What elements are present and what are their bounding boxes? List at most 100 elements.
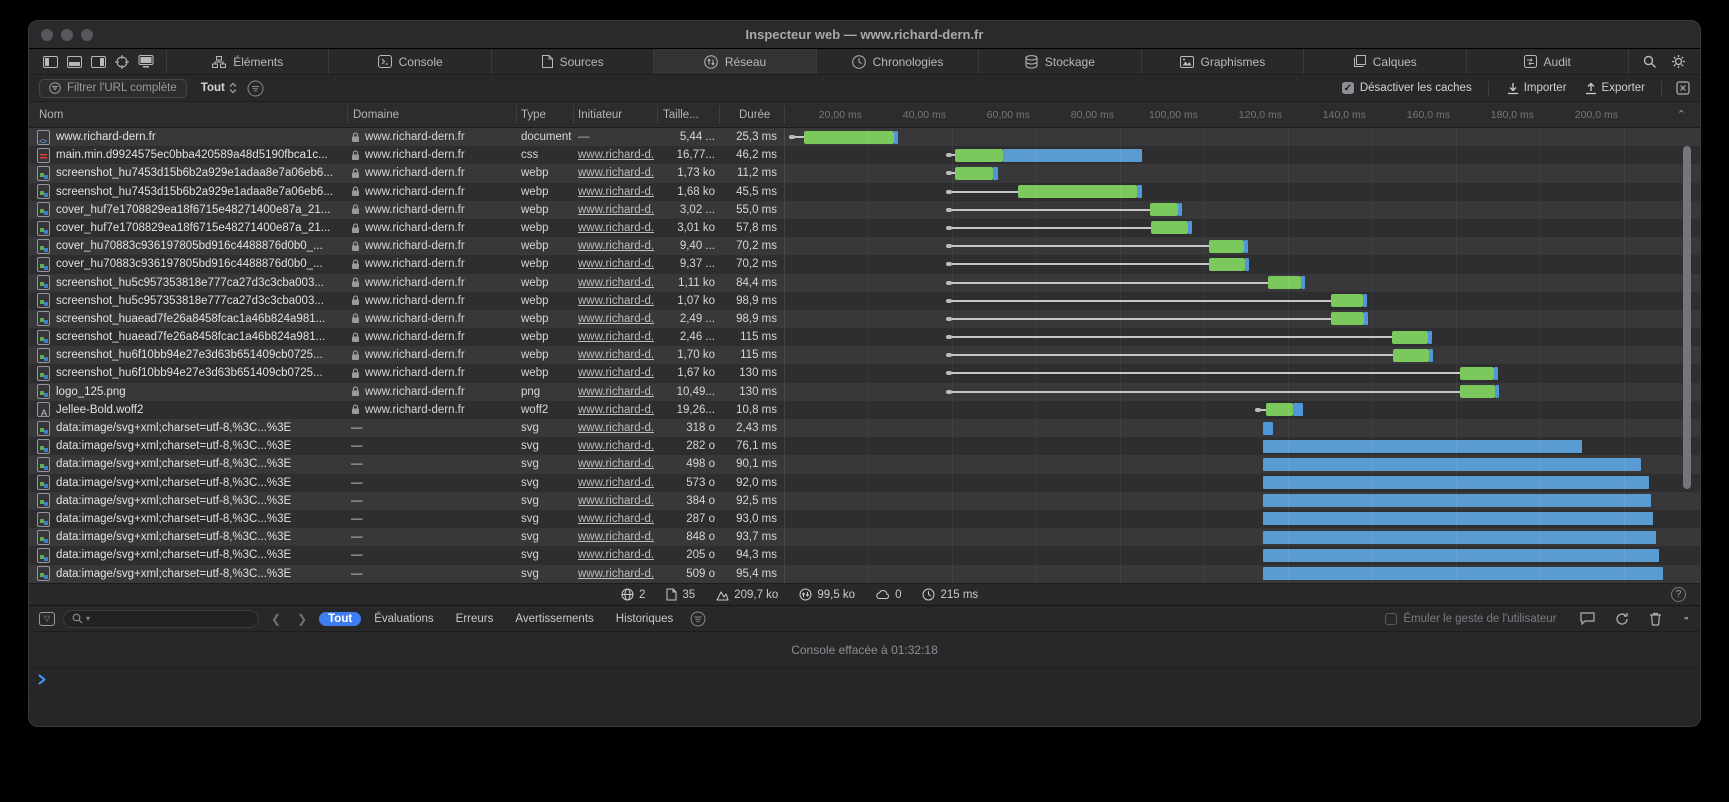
table-row[interactable]: screenshot_hu7453d15b6b2a929e1adaa8e7a06… <box>29 164 1700 182</box>
collapse-console-chevrons-icon[interactable]: ⌄⌃ <box>1682 614 1690 624</box>
tab-console[interactable]: Console <box>328 49 490 74</box>
timeline-tick-label: 60,00 ms <box>946 102 1030 128</box>
table-row[interactable]: screenshot_hu5c957353818e777ca27d3c3cba0… <box>29 292 1700 310</box>
table-row[interactable]: cover_hu70883c936197805bd916c4488876d0b0… <box>29 255 1700 273</box>
tab-stockage[interactable]: Stockage <box>978 49 1140 74</box>
request-type-cell: svg <box>521 419 575 437</box>
waterfall-green-segment <box>1266 403 1293 416</box>
table-row[interactable]: screenshot_huaead7fe26a8458fcac1a46b824a… <box>29 310 1700 328</box>
settings-gear-icon[interactable] <box>1671 54 1686 69</box>
tab-calques[interactable]: Calques <box>1303 49 1465 74</box>
timeline-gridline <box>1288 128 1289 583</box>
request-domain-cell: — <box>351 474 511 492</box>
console-input-area[interactable] <box>29 692 1700 727</box>
table-row[interactable]: logo_125.pngwww.richard-dern.frpngwww.ri… <box>29 383 1700 401</box>
dock-left-icon[interactable] <box>43 56 58 68</box>
tab-chronologies[interactable]: Chronologies <box>816 49 978 74</box>
request-name-cell: cover_hu70883c936197805bd916c4488876d0b0… <box>37 255 347 273</box>
table-row[interactable]: data:image/svg+xml;charset=utf-8,%3C...%… <box>29 546 1700 564</box>
column-header-size[interactable]: Taille... <box>663 102 699 128</box>
search-icon[interactable] <box>1643 55 1657 69</box>
request-duration-cell: 70,2 ms <box>695 237 777 255</box>
table-row[interactable]: <>www.richard-dern.frwww.richard-dern.fr… <box>29 128 1700 146</box>
url-filter-input[interactable]: Filtrer l'URL complète <box>39 79 187 98</box>
timeline-tick-label: 100,00 ms <box>1114 102 1198 128</box>
console-sidebar-toggle-icon[interactable]: ▽ <box>39 612 55 626</box>
request-domain-cell: www.richard-dern.fr <box>351 274 511 292</box>
resource-scope-select[interactable]: Tout <box>201 82 237 94</box>
column-header-type[interactable]: Type <box>521 102 546 128</box>
console-scope-avertissements[interactable]: Avertissements <box>506 612 602 626</box>
column-header-duration[interactable]: Durée <box>739 102 770 128</box>
table-row[interactable]: screenshot_hu6f10bb94e27e3d63b651409cb07… <box>29 346 1700 364</box>
request-type-cell: png <box>521 383 575 401</box>
dock-right-icon[interactable] <box>91 56 106 68</box>
request-name-cell: screenshot_hu6f10bb94e27e3d63b651409cb07… <box>37 346 347 364</box>
next-result-chevron-icon[interactable]: ❯ <box>293 612 311 626</box>
table-row[interactable]: data:image/svg+xml;charset=utf-8,%3C...%… <box>29 419 1700 437</box>
console-messages-icon[interactable] <box>1580 612 1595 625</box>
request-duration-cell: 90,1 ms <box>695 455 777 473</box>
table-row[interactable]: data:image/svg+xml;charset=utf-8,%3C...%… <box>29 437 1700 455</box>
export-button[interactable]: Exporter <box>1585 82 1645 95</box>
table-row[interactable]: main.min.d9924575ec0bba420589a48d5190fbc… <box>29 146 1700 164</box>
vertical-scrollbar[interactable] <box>1683 146 1691 489</box>
table-row[interactable]: cover_huf7e1708829ea18f6715e48271400e87a… <box>29 201 1700 219</box>
console-scope-historiques[interactable]: Historiques <box>607 612 683 626</box>
table-row[interactable]: AJellee-Bold.woff2www.richard-dern.frwof… <box>29 401 1700 419</box>
disable-caches-checkbox[interactable]: ✓ Désactiver les caches <box>1342 82 1472 94</box>
table-row[interactable]: cover_hu70883c936197805bd916c4488876d0b0… <box>29 237 1700 255</box>
domains-globe-icon <box>621 588 634 601</box>
filter-options-icon[interactable] <box>247 80 264 97</box>
console-scope-tout[interactable]: Tout <box>319 612 361 626</box>
search-options-chevron-icon: ▾ <box>86 614 90 623</box>
column-header-name[interactable]: Nom <box>39 102 63 128</box>
console-scope-evaluations[interactable]: Évaluations <box>365 612 442 626</box>
element-picker-icon[interactable] <box>115 55 129 69</box>
tab-sources[interactable]: Sources <box>491 49 653 74</box>
clear-console-trash-icon[interactable] <box>1649 612 1662 626</box>
table-row[interactable]: cover_huf7e1708829ea18f6715e48271400e87a… <box>29 219 1700 237</box>
emulate-user-gesture-checkbox[interactable]: Émuler le geste de l'utilisateur <box>1385 613 1556 625</box>
table-row[interactable]: data:image/svg+xml;charset=utf-8,%3C...%… <box>29 492 1700 510</box>
column-header-initiator[interactable]: Initiateur <box>578 102 622 128</box>
column-header-domain[interactable]: Domaine <box>353 102 399 128</box>
table-row[interactable]: screenshot_hu6f10bb94e27e3d63b651409cb07… <box>29 364 1700 382</box>
clear-network-items-icon[interactable] <box>1676 81 1690 95</box>
request-name-cell: screenshot_huaead7fe26a8458fcac1a46b824a… <box>37 328 347 346</box>
table-row[interactable]: screenshot_huaead7fe26a8458fcac1a46b824a… <box>29 328 1700 346</box>
request-type-cell: document <box>521 128 575 146</box>
console-scope-erreurs[interactable]: Erreurs <box>447 612 503 626</box>
waterfall-line-segment <box>948 282 1268 284</box>
request-duration-cell: 93,0 ms <box>695 510 777 528</box>
tab-reseau[interactable]: Réseau <box>653 49 815 74</box>
console-search-input[interactable]: ▾ <box>63 610 259 628</box>
table-row[interactable]: screenshot_hu5c957353818e777ca27d3c3cba0… <box>29 274 1700 292</box>
waterfall-blue-segment <box>1263 458 1641 471</box>
table-row[interactable]: data:image/svg+xml;charset=utf-8,%3C...%… <box>29 510 1700 528</box>
request-duration-cell: 94,3 ms <box>695 546 777 564</box>
tab-audit[interactable]: Audit <box>1466 49 1628 74</box>
request-name-cell: screenshot_hu5c957353818e777ca27d3c3cba0… <box>37 274 347 292</box>
waterfall-blue-segment <box>993 167 998 180</box>
table-row[interactable]: data:image/svg+xml;charset=utf-8,%3C...%… <box>29 565 1700 583</box>
scroll-up-chevron-icon[interactable]: ⌃ <box>1677 102 1686 128</box>
table-row[interactable]: screenshot_hu7453d15b6b2a929e1adaa8e7a06… <box>29 183 1700 201</box>
table-row[interactable]: data:image/svg+xml;charset=utf-8,%3C...%… <box>29 528 1700 546</box>
previous-result-chevron-icon[interactable]: ❮ <box>267 612 285 626</box>
console-filter-options-icon[interactable] <box>690 611 706 627</box>
reload-icon[interactable] <box>1615 612 1629 626</box>
device-icon[interactable] <box>138 55 154 68</box>
import-button[interactable]: Importer <box>1507 82 1567 95</box>
console-prompt-row[interactable] <box>29 668 1700 692</box>
dock-bottom-icon[interactable] <box>67 56 82 68</box>
tab-elements[interactable]: Éléments <box>166 49 328 74</box>
table-row[interactable]: data:image/svg+xml;charset=utf-8,%3C...%… <box>29 455 1700 473</box>
waterfall-blue-segment <box>1245 258 1249 271</box>
tab-graphismes[interactable]: Graphismes <box>1141 49 1303 74</box>
lock-icon <box>351 277 360 288</box>
web-inspector-window: Inspecteur web — www.richard-dern.fr Élé… <box>28 20 1701 727</box>
request-name-cell: main.min.d9924575ec0bba420589a48d5190fbc… <box>37 146 347 164</box>
table-row[interactable]: data:image/svg+xml;charset=utf-8,%3C...%… <box>29 474 1700 492</box>
help-button[interactable]: ? <box>1671 587 1686 602</box>
